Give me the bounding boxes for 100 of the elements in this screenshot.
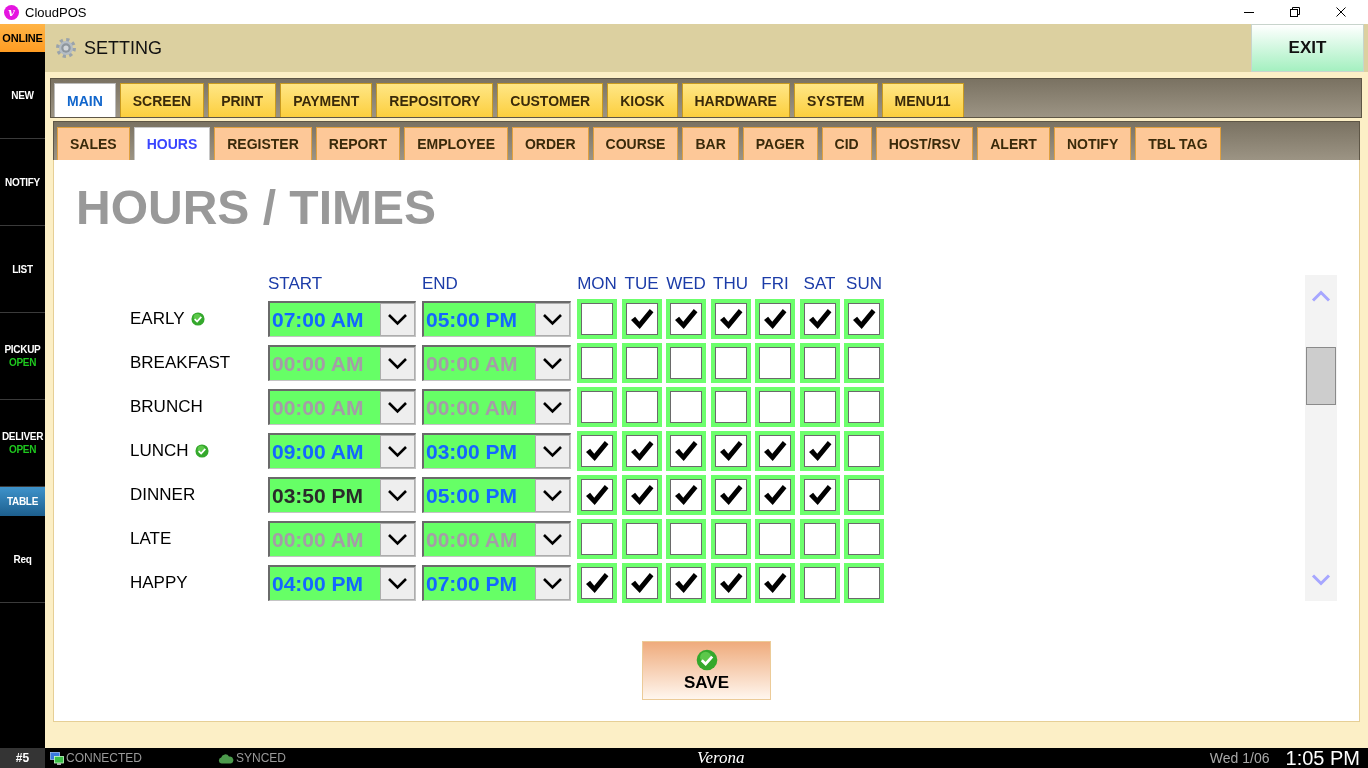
checkbox[interactable] (844, 563, 884, 603)
time-dropdown[interactable]: 05:00 PM (422, 301, 571, 337)
time-dropdown[interactable]: 07:00 AM (268, 301, 416, 337)
checkbox[interactable] (755, 299, 795, 339)
time-dropdown[interactable]: 03:50 PM (268, 477, 416, 513)
checkmark-icon (718, 308, 743, 330)
tab[interactable]: ORDER (511, 127, 589, 160)
checkbox[interactable] (844, 519, 884, 559)
checkbox[interactable] (577, 387, 617, 427)
tab[interactable]: PAYMENT (280, 83, 373, 117)
checkbox[interactable] (666, 563, 706, 603)
row-label: BRUNCH (130, 397, 203, 417)
tab[interactable]: HARDWARE (681, 83, 790, 117)
checkmark-icon (674, 572, 698, 594)
save-button[interactable]: SAVE (642, 641, 771, 700)
checkmark-icon (807, 484, 832, 506)
section-heading: HOURS / TIMES (76, 180, 437, 236)
checkbox[interactable] (799, 563, 840, 603)
checkbox[interactable] (666, 519, 706, 559)
checkbox[interactable] (844, 431, 884, 471)
tab[interactable]: SALES (57, 127, 130, 160)
checkbox[interactable] (799, 475, 840, 515)
checkmark-icon (674, 440, 698, 462)
time-dropdown[interactable]: 04:00 PM (268, 565, 416, 601)
checkbox[interactable] (710, 299, 751, 339)
checkbox[interactable] (577, 475, 617, 515)
time-dropdown[interactable]: 05:00 PM (422, 477, 571, 513)
checkmark-icon (718, 440, 743, 462)
checkbox[interactable] (844, 387, 884, 427)
tab[interactable]: TBL TAG (1135, 127, 1221, 160)
checkbox[interactable] (799, 387, 840, 427)
checkbox[interactable] (577, 519, 617, 559)
checkbox[interactable] (799, 431, 840, 471)
checkbox[interactable] (710, 519, 751, 559)
checkbox[interactable] (844, 475, 884, 515)
checkbox[interactable] (710, 563, 751, 603)
row-label: LUNCH (130, 441, 189, 461)
checkbox[interactable] (844, 343, 884, 383)
tab[interactable]: MAIN (54, 83, 116, 117)
checkbox[interactable] (621, 475, 662, 515)
tab[interactable]: PRINT (208, 83, 277, 117)
checkbox[interactable] (621, 343, 662, 383)
tab[interactable]: HOURS (133, 127, 211, 160)
checkbox[interactable] (799, 299, 840, 339)
tab[interactable]: COURSE (592, 127, 679, 160)
checkbox[interactable] (621, 431, 662, 471)
tab[interactable]: REPORT (315, 127, 401, 160)
checkbox[interactable] (577, 299, 617, 339)
column-header: END (422, 273, 459, 295)
tab[interactable]: REGISTER (214, 127, 312, 160)
checkmark-icon (718, 484, 743, 506)
checkbox[interactable] (755, 475, 795, 515)
tab[interactable]: NOTIFY (1053, 127, 1132, 160)
tab[interactable]: KIOSK (607, 83, 678, 117)
checkbox[interactable] (577, 343, 617, 383)
checkbox[interactable] (666, 387, 706, 427)
checkbox[interactable] (755, 343, 795, 383)
tab[interactable]: ALERT (977, 127, 1050, 160)
checkbox[interactable] (621, 519, 662, 559)
checkbox[interactable] (844, 299, 884, 339)
tab[interactable]: SYSTEM (793, 83, 878, 117)
checkbox[interactable] (799, 343, 840, 383)
tab[interactable]: CUSTOMER (497, 83, 604, 117)
checkbox[interactable] (755, 387, 795, 427)
tab[interactable]: SCREEN (119, 83, 205, 117)
checkbox[interactable] (577, 563, 617, 603)
tab[interactable]: EMPLOYEE (404, 127, 508, 160)
time-dropdown[interactable]: 09:00 AM (268, 433, 416, 469)
checkbox[interactable] (666, 343, 706, 383)
checkbox[interactable] (666, 431, 706, 471)
column-header: SUN (845, 273, 883, 295)
checkbox[interactable] (755, 519, 795, 559)
scrollbar-thumb[interactable] (1306, 347, 1336, 405)
sidebar-button[interactable]: TABLE (0, 487, 45, 516)
tab[interactable]: BAR (682, 127, 739, 160)
checkbox[interactable] (621, 299, 662, 339)
checkbox[interactable] (755, 431, 795, 471)
checkbox[interactable] (710, 431, 751, 471)
time-dropdown[interactable]: 03:00 PM (422, 433, 571, 469)
checkbox[interactable] (666, 475, 706, 515)
tab[interactable]: HOST/RSV (875, 127, 974, 160)
tab[interactable]: REPOSITORY (376, 83, 494, 117)
window-title: CloudPOS (25, 4, 87, 20)
checkbox[interactable] (621, 563, 662, 603)
checkbox[interactable] (755, 563, 795, 603)
checkmark-icon (629, 484, 654, 506)
checkmark-icon (629, 440, 654, 462)
checkbox[interactable] (666, 299, 706, 339)
checkbox[interactable] (710, 343, 751, 383)
checkbox[interactable] (710, 475, 751, 515)
tab[interactable]: CID (821, 127, 872, 160)
time-dropdown[interactable]: 07:00 PM (422, 565, 571, 601)
checkbox[interactable] (621, 387, 662, 427)
tab[interactable]: PAGER (742, 127, 818, 160)
checkbox[interactable] (577, 431, 617, 471)
checkbox[interactable] (710, 387, 751, 427)
tab[interactable]: MENU11 (881, 83, 964, 117)
checkbox[interactable] (799, 519, 840, 559)
minimize-icon (1244, 11, 1254, 13)
exit-button[interactable]: EXIT (1251, 24, 1364, 72)
